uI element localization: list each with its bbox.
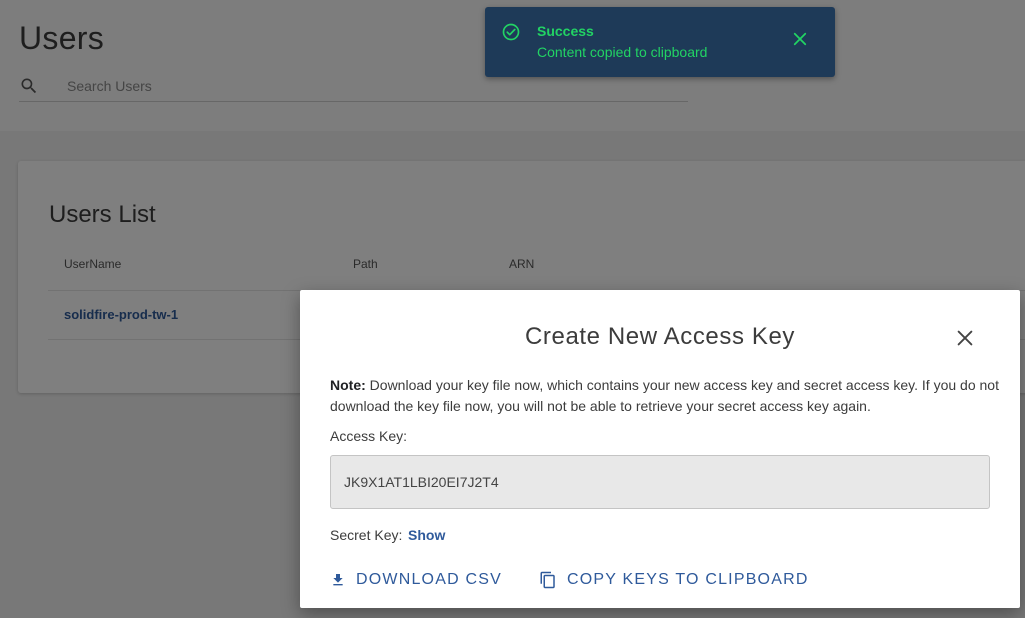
- access-key-label: Access Key:: [330, 428, 408, 444]
- download-csv-label: DOWNLOAD CSV: [356, 571, 502, 588]
- note-text: Download your key file now, which contai…: [330, 377, 999, 414]
- note-label: Note:: [330, 377, 366, 393]
- show-secret-key-link[interactable]: Show: [408, 527, 445, 543]
- dialog-title: Create New Access Key: [524, 323, 796, 350]
- copy-icon: [540, 571, 555, 589]
- download-csv-button[interactable]: DOWNLOAD CSV: [330, 568, 502, 592]
- copy-keys-label: COPY KEYS TO CLIPBOARD: [567, 571, 809, 588]
- download-note: Note: Download your key file now, which …: [330, 375, 1000, 417]
- check-circle-icon: [502, 23, 520, 41]
- secret-key-label: Secret Key:: [330, 527, 403, 543]
- success-toast: Success Content copied to clipboard: [485, 7, 835, 77]
- toast-message: Content copied to clipboard: [537, 44, 708, 60]
- create-access-key-dialog: Create New Access Key Note: Download you…: [300, 290, 1020, 608]
- toast-title: Success: [537, 23, 594, 39]
- close-icon[interactable]: [791, 30, 809, 48]
- access-key-field[interactable]: [330, 455, 990, 509]
- copy-keys-button[interactable]: COPY KEYS TO CLIPBOARD: [539, 568, 809, 592]
- download-icon: [333, 574, 343, 586]
- close-icon[interactable]: [954, 327, 976, 349]
